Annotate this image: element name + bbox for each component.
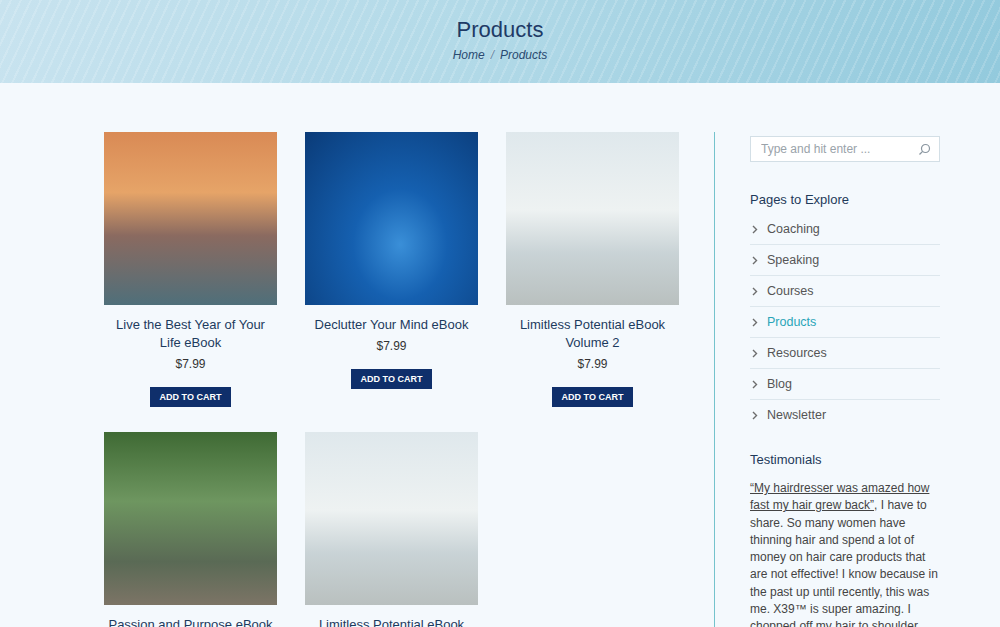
chevron-right-icon [752,380,758,389]
page-banner: Products Home / Products [0,0,1000,83]
product-cover[interactable] [305,432,478,605]
add-to-cart-button[interactable]: ADD TO CART [351,369,433,389]
chevron-right-icon [752,349,758,358]
main-content: Live the Best Year of Your Life eBook $7.… [0,83,1000,627]
testimonials-heading: Testimonials [750,452,940,468]
sidebar-item[interactable]: Newsletter [750,400,940,430]
search-field[interactable] [750,136,940,162]
sidebar-heading: Pages to Explore [750,192,940,208]
chevron-right-icon [752,225,758,234]
sidebar-item[interactable]: Speaking [750,245,940,276]
product-cover[interactable] [104,132,277,305]
product-cover[interactable] [305,132,478,305]
magnifier-icon[interactable] [918,143,931,156]
add-to-cart-button[interactable]: ADD TO CART [552,387,634,407]
chevron-right-icon [752,318,758,327]
sidebar-item-label[interactable]: Coaching [767,221,820,237]
sidebar-list: Coaching Speaking Courses Products Resources… [750,214,940,430]
sidebar-item-label[interactable]: Courses [767,283,814,299]
testimonial-text: “My hairdresser was amazed how fast my h… [750,480,940,627]
product-cover[interactable] [104,432,277,605]
product-title[interactable]: Live the Best Year of Your Life eBook [104,316,277,352]
sidebar-item-label[interactable]: Resources [767,345,827,361]
page-title: Products [0,16,1000,44]
product-price: $7.99 [376,338,406,354]
sidebar: Pages to Explore Coaching Speaking Courses P… [714,132,940,627]
product-card: Live the Best Year of Your Life eBook $7.… [104,132,277,407]
product-card: Passion and Purpose eBook [104,432,277,627]
product-title[interactable]: Limitless Potential eBook Volume 2 [506,316,679,352]
chevron-right-icon [752,256,758,265]
product-card: Limitless Potential eBook Volume 1 [305,432,478,627]
chevron-right-icon [752,411,758,420]
sidebar-item-label[interactable]: Products [767,314,816,330]
product-card: Limitless Potential eBook Volume 2 $7.99 A… [506,132,679,407]
breadcrumb: Home / Products [0,47,1000,63]
product-card: Declutter Your Mind eBook $7.99 ADD TO CAR… [305,132,478,389]
product-title[interactable]: Passion and Purpose eBook [106,616,274,627]
sidebar-item[interactable]: Blog [750,369,940,400]
product-title[interactable]: Limitless Potential eBook Volume 1 [305,616,478,627]
breadcrumb-separator: / [491,48,494,62]
sidebar-item-label[interactable]: Blog [767,376,792,392]
sidebar-item[interactable]: Coaching [750,214,940,245]
sidebar-item-label[interactable]: Speaking [767,252,819,268]
breadcrumb-item: Products [500,48,547,62]
sidebar-item-label[interactable]: Newsletter [767,407,826,423]
add-to-cart-button[interactable]: ADD TO CART [150,387,232,407]
product-cover[interactable] [506,132,679,305]
page: Products Home / Products Live the Best Year … [0,0,1000,627]
product-grid: Live the Best Year of Your Life eBook $7.… [104,132,679,627]
sidebar-item[interactable]: Resources [750,338,940,369]
product-title[interactable]: Declutter Your Mind eBook [313,316,471,334]
chevron-right-icon [752,287,758,296]
sidebar-item[interactable]: Courses [750,276,940,307]
product-price: $7.99 [175,356,205,372]
testimonial-link[interactable]: “My hairdresser was amazed how fast my h… [750,481,929,512]
product-price: $7.99 [577,356,607,372]
sidebar-item[interactable]: Products [750,307,940,338]
search-input[interactable] [751,142,939,156]
breadcrumb-item[interactable]: Home [453,48,485,62]
